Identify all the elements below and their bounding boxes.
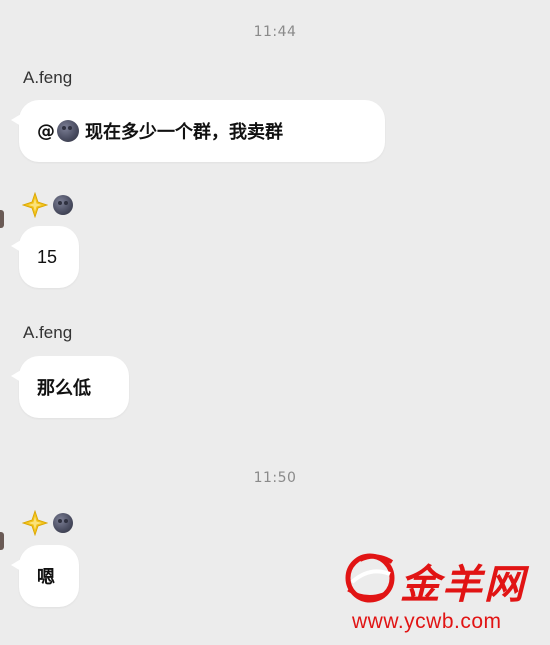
message-bubble[interactable]: 嗯	[11, 545, 79, 607]
sender-name[interactable]: A.feng	[23, 68, 72, 88]
message-text: 现在多少一个群，我卖群	[85, 122, 283, 143]
timestamp: 11:44	[253, 24, 297, 40]
yellow-sparkle-icon	[22, 510, 48, 536]
sender-name[interactable]	[22, 510, 73, 536]
watermark-brand: 金羊网	[400, 562, 526, 608]
mention-at: @	[37, 120, 55, 142]
message-text: 15	[37, 246, 58, 267]
message-text: 那么低	[37, 378, 91, 399]
sender-name[interactable]	[22, 192, 73, 218]
message-bubble[interactable]: 那么低	[11, 356, 129, 418]
yellow-sparkle-icon	[22, 192, 48, 218]
avatar-edge[interactable]	[0, 532, 4, 550]
sender-name[interactable]: A.feng	[23, 323, 72, 343]
watermark: 金羊网 www.ycwb.com	[340, 548, 540, 640]
message-bubble[interactable]: @ 现在多少一个群，我卖群	[11, 100, 385, 162]
timestamp: 11:50	[253, 470, 297, 486]
watermark-url: www.ycwb.com	[352, 610, 502, 633]
message-text: 嗯	[37, 567, 55, 588]
avatar-edge[interactable]	[0, 210, 4, 228]
new-moon-face-icon	[53, 195, 73, 215]
message-bubble[interactable]: 15	[11, 226, 79, 288]
new-moon-face-icon	[57, 120, 79, 142]
new-moon-face-icon	[53, 513, 73, 533]
